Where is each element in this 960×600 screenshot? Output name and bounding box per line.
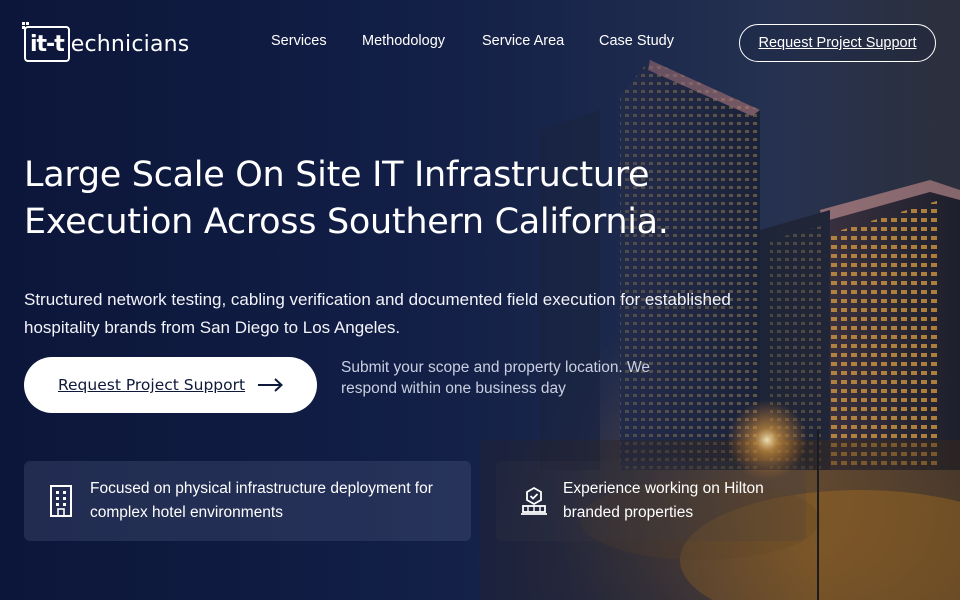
- arrow-right-icon: [258, 378, 284, 392]
- hero-title-line-2: Execution Across Southern California.: [24, 202, 669, 242]
- feature-text-hilton: Experience working on Hilton branded pro…: [563, 480, 764, 521]
- logo-mark: it-t: [22, 22, 70, 62]
- hero-request-support-button[interactable]: Request Project Support: [24, 357, 317, 413]
- feature-card-infrastructure: Focused on physical infrastructure deplo…: [24, 461, 471, 541]
- hero-title-line-1: Large Scale On Site IT Infrastructure: [24, 155, 650, 195]
- nav-link-case-study[interactable]: Case Study: [599, 33, 674, 49]
- nav-link-methodology[interactable]: Methodology: [362, 33, 445, 49]
- logo-mark-text: it-t: [30, 31, 65, 57]
- feature-text-infrastructure: Focused on physical infrastructure deplo…: [90, 480, 433, 521]
- logo-dots-icon: [22, 22, 29, 29]
- header-request-support-button[interactable]: Request Project Support: [739, 24, 936, 62]
- cta-response-note: Submit your scope and property location.…: [341, 359, 651, 397]
- brand-logo[interactable]: it-t echnicians: [22, 22, 190, 64]
- nav-link-service-area[interactable]: Service Area: [482, 33, 564, 49]
- nav-link-services[interactable]: Services: [271, 33, 327, 49]
- building-icon: [50, 485, 72, 517]
- hero-subtitle: Structured network testing, cabling veri…: [24, 290, 731, 337]
- hero-cta-label: Request Project Support: [57, 376, 246, 394]
- hotel-badge-icon: [521, 486, 547, 515]
- site-header: it-t echnicians Services Methodology Ser…: [0, 0, 960, 86]
- hero-title: Large Scale On Site IT Infrastructure Ex…: [24, 152, 724, 246]
- logo-wordmark: echnicians: [70, 31, 190, 57]
- feature-card-hilton: Experience working on Hilton branded pro…: [496, 461, 806, 541]
